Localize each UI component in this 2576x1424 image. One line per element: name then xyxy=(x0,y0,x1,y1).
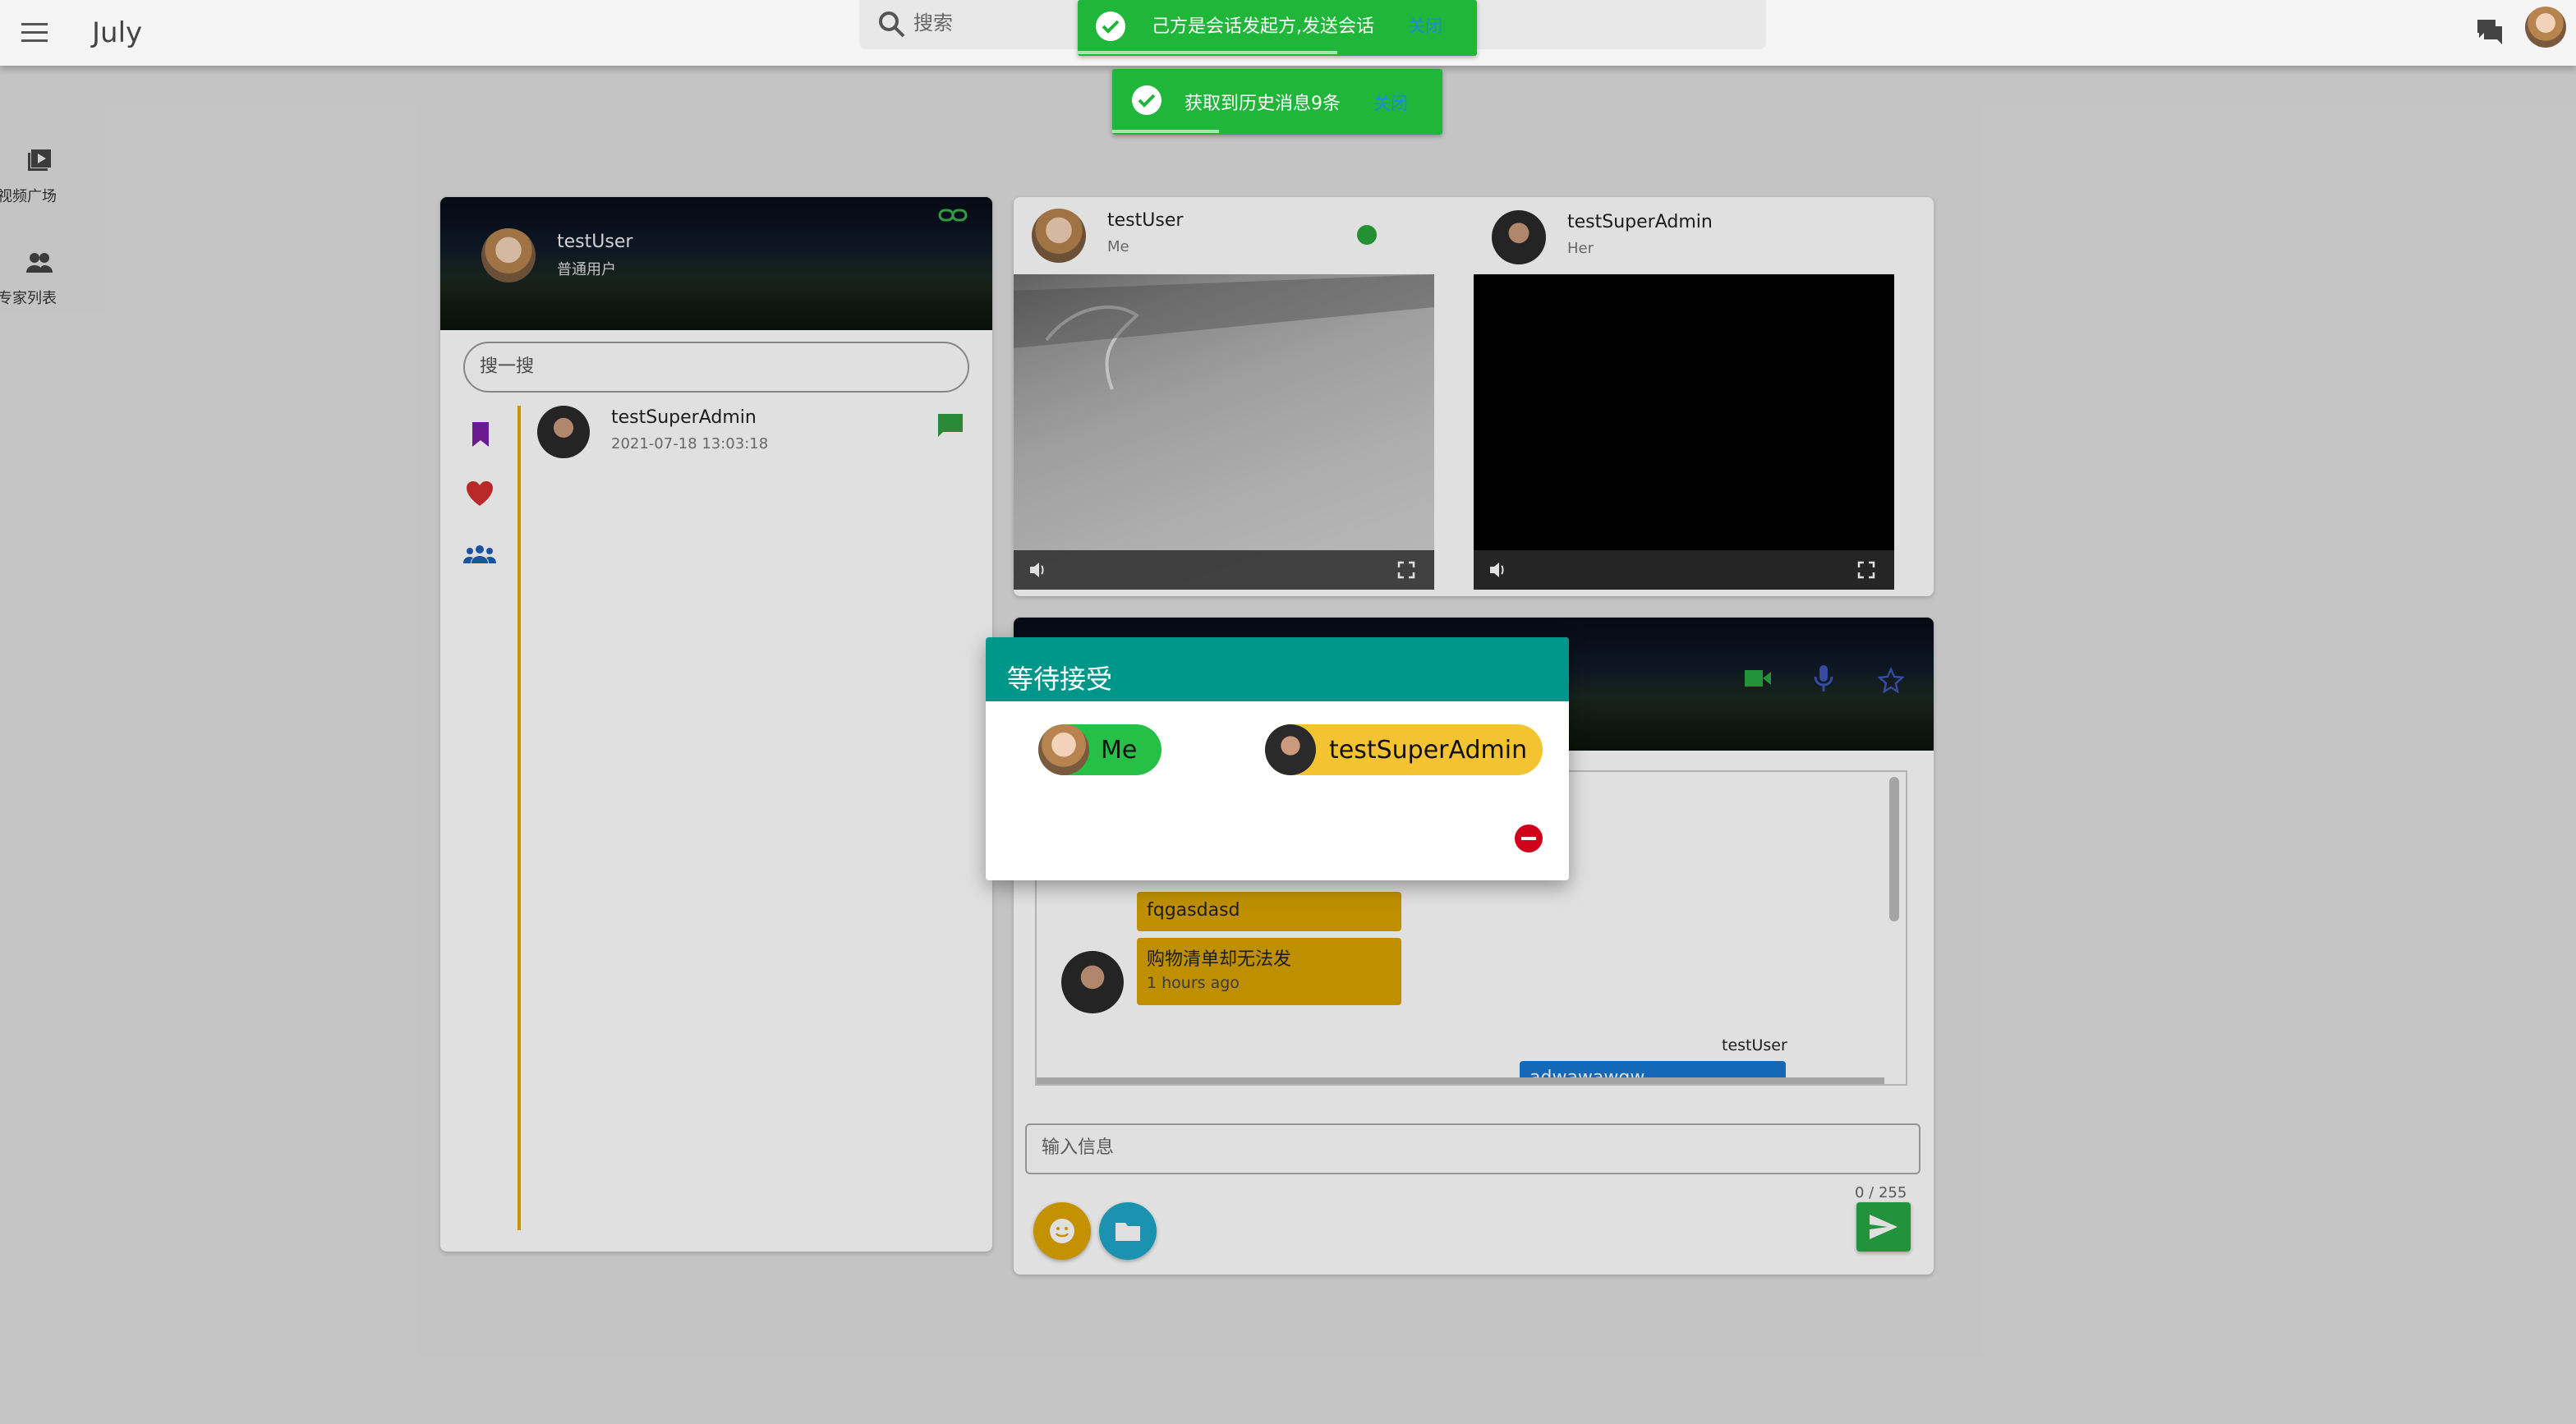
dialog-title: 等待接受 xyxy=(986,637,1569,701)
toast-close-button[interactable]: 关闭 xyxy=(1373,90,1408,115)
toast-progress xyxy=(1078,51,1337,54)
toast-text: 获取到历史消息9条 xyxy=(1184,94,1341,114)
search-icon xyxy=(876,8,908,41)
toast-progress xyxy=(1112,130,1219,133)
minus-icon xyxy=(1521,837,1536,840)
caller-avatar xyxy=(1038,724,1089,775)
app-title: July xyxy=(92,16,143,49)
toast-text: 己方是会话发起方,发送会话 xyxy=(1152,16,1374,37)
caller-chip: Me xyxy=(1038,724,1162,775)
callee-avatar xyxy=(1265,724,1316,775)
caller-label: Me xyxy=(1101,735,1138,765)
chat-icon[interactable] xyxy=(2466,7,2515,56)
user-avatar[interactable] xyxy=(2525,7,2566,48)
callee-label: testSuperAdmin xyxy=(1329,735,1528,765)
toast-success: 己方是会话发起方,发送会话 关闭 xyxy=(1078,0,1477,56)
cancel-call-button[interactable] xyxy=(1515,825,1543,852)
toast-close-button[interactable]: 关闭 xyxy=(1408,13,1442,38)
check-icon xyxy=(1096,11,1125,41)
menu-icon[interactable] xyxy=(10,8,59,57)
callee-chip: testSuperAdmin xyxy=(1265,724,1543,775)
waiting-dialog: 等待接受 Me » testSuperAdmin xyxy=(986,637,1569,880)
search-placeholder: 搜索 xyxy=(913,11,953,34)
toast-success: 获取到历史消息9条 关闭 xyxy=(1112,69,1442,135)
check-icon xyxy=(1132,85,1162,115)
